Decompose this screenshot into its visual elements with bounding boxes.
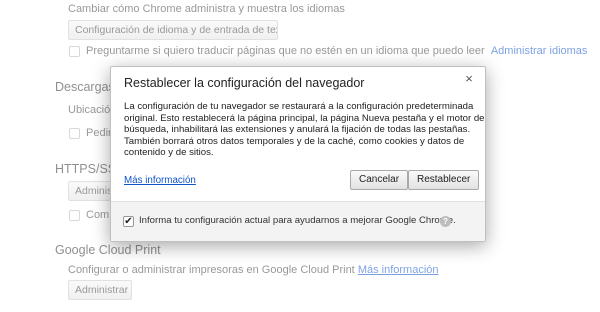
report-settings-label: Informa tu configuración actual para ayu… xyxy=(139,215,456,226)
learn-more-link[interactable]: Más información xyxy=(124,175,196,186)
dialog-footer: ✔ Informa tu configuración actual para a… xyxy=(111,201,485,241)
dialog-description-line: También borrará otros datos temporales y… xyxy=(124,135,465,147)
close-icon[interactable]: × xyxy=(462,72,476,86)
dialog-description-line: búsqueda, inhabilitará las extensiones y… xyxy=(124,124,471,136)
reset-settings-dialog: Restablecer la configuración del navegad… xyxy=(110,66,486,242)
dialog-description-line: contenido y de sitios. xyxy=(124,147,214,159)
report-settings-checkbox[interactable]: ✔ xyxy=(123,216,134,227)
dialog-description-line: La configuración de tu navegador se rest… xyxy=(124,101,474,112)
dialog-description-line: original. Esto restablecerá la página pr… xyxy=(124,112,485,124)
help-icon[interactable]: ? xyxy=(440,216,451,227)
cancel-button[interactable]: Cancelar xyxy=(350,170,409,190)
reset-button[interactable]: Restablecer xyxy=(408,170,480,190)
dialog-title: Restablecer la configuración del navegad… xyxy=(124,76,365,90)
dialog-description: La configuración de tu navegador se rest… xyxy=(124,101,485,159)
